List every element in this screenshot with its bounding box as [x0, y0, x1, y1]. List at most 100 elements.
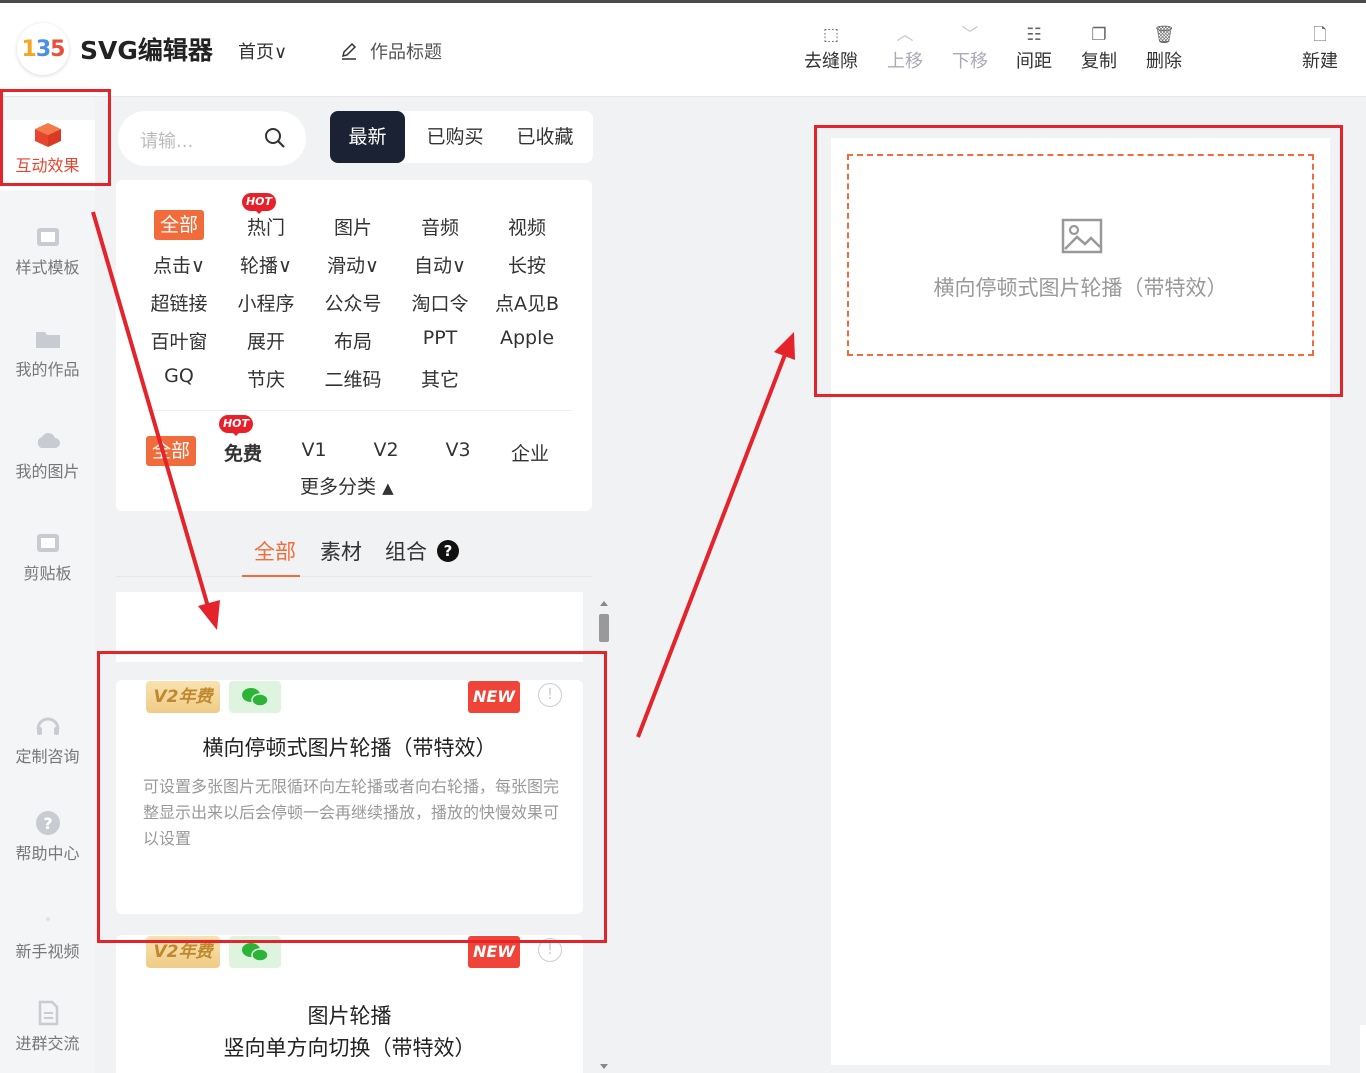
- filter-divider: [146, 410, 572, 411]
- delete-button[interactable]: 🗑 删除: [1132, 23, 1196, 73]
- tab-purchased[interactable]: 已购买: [415, 111, 495, 163]
- move-down-button[interactable]: ﹀ 下移: [938, 23, 1002, 73]
- subtab-all[interactable]: 全部: [254, 536, 296, 566]
- v2-annual-badge: V2年费: [146, 681, 220, 713]
- subtab-material[interactable]: 素材: [320, 536, 362, 566]
- category-festival[interactable]: 节庆: [226, 365, 306, 392]
- card-title: 横向停顿式图片轮播（带特效）: [202, 736, 497, 760]
- effect-card[interactable]: V2年费 NEW ! 横向停顿式图片轮播（带特效） 可设置多张图片无限循环向左轮…: [116, 680, 583, 914]
- scroll-up-arrow[interactable]: [600, 597, 608, 606]
- remove-gap-button[interactable]: ⬚ 去缝隙: [799, 23, 863, 73]
- question-icon[interactable]: ?: [437, 540, 459, 562]
- tool-label: 间距: [1016, 51, 1052, 72]
- headset-icon: [36, 717, 59, 735]
- version-all[interactable]: 全部: [146, 436, 196, 466]
- scroll-thumb[interactable]: [599, 614, 609, 642]
- category-audio[interactable]: 音频: [400, 213, 480, 240]
- wechat-icon: [242, 943, 269, 962]
- list-scrollbar[interactable]: [597, 592, 611, 1073]
- category-click[interactable]: 点击∨: [139, 251, 219, 278]
- category-click-a-see-b[interactable]: 点A见B: [487, 289, 567, 316]
- category-ppt[interactable]: PPT: [400, 327, 480, 349]
- version-v2[interactable]: V2: [346, 439, 426, 461]
- tab-favorites[interactable]: 已收藏: [505, 111, 585, 163]
- cloud-icon: [37, 433, 60, 448]
- category-all[interactable]: 全部: [154, 210, 204, 240]
- category-official-account[interactable]: 公众号: [313, 289, 393, 316]
- category-long-press[interactable]: 长按: [487, 251, 567, 278]
- version-v1[interactable]: V1: [274, 439, 354, 461]
- search-icon[interactable]: [263, 126, 287, 150]
- category-blinds[interactable]: 百叶窗: [139, 327, 219, 354]
- hot-badge: HOT: [219, 415, 253, 436]
- rail-label: 新手视频: [15, 942, 80, 961]
- top-toolbar: 135 SVG编辑器 首页∨ 作品标题 ⬚ 去缝隙 ︿ 上移 ﹀ 下移 ☷ 间距 ❐ 复制…: [0, 3, 1366, 97]
- home-menu[interactable]: 首页∨: [238, 38, 287, 64]
- rail-label: 我的图片: [15, 462, 80, 481]
- sort-tabs: 最新 已购买 已收藏: [330, 111, 593, 163]
- category-hyperlink[interactable]: 超链接: [139, 289, 219, 316]
- rail-item-help[interactable]: ? 帮助中心: [0, 810, 95, 864]
- rail-item-beginner-video[interactable]: 新手视频: [0, 908, 95, 962]
- inserted-effect-placeholder[interactable]: 横向停顿式图片轮播（带特效）: [847, 154, 1314, 356]
- category-hot[interactable]: 热门: [226, 213, 306, 240]
- v2-annual-badge: V2年费: [146, 936, 220, 968]
- spacing-icon: ☷: [1026, 25, 1042, 45]
- search-box[interactable]: 请输...: [118, 111, 306, 166]
- category-qrcode[interactable]: 二维码: [313, 365, 393, 392]
- version-enterprise[interactable]: 企业: [490, 439, 570, 466]
- info-icon[interactable]: !: [538, 683, 562, 707]
- gap-icon: ⬚: [822, 25, 840, 45]
- wechat-icon: [242, 688, 269, 707]
- rail-item-join-group[interactable]: 进群交流: [0, 1000, 95, 1054]
- category-carousel[interactable]: 轮播∨: [226, 251, 306, 278]
- placeholder-title: 横向停顿式图片轮播（带特效）: [933, 276, 1228, 300]
- category-auto[interactable]: 自动∨: [400, 251, 480, 278]
- rail-item-templates[interactable]: 样式模板: [0, 224, 95, 278]
- active-subtab-indicator: [242, 575, 300, 577]
- tool-label: 上移: [887, 51, 923, 72]
- tab-latest[interactable]: 最新: [330, 111, 405, 163]
- category-slide[interactable]: 滑动∨: [313, 251, 393, 278]
- folder-icon: [35, 332, 60, 348]
- caret-up-icon: ▲: [382, 479, 394, 497]
- category-layout[interactable]: 布局: [313, 327, 393, 354]
- rail-item-interactive[interactable]: 互动效果: [0, 120, 95, 190]
- sub-tabs-baseline: [116, 576, 592, 577]
- app-logo[interactable]: 135: [17, 23, 69, 75]
- rail-item-my-images[interactable]: 我的图片: [0, 428, 95, 482]
- version-v3[interactable]: V3: [418, 439, 498, 461]
- cube-icon: [34, 123, 61, 147]
- category-apple[interactable]: Apple: [487, 327, 567, 349]
- category-video[interactable]: 视频: [487, 213, 567, 240]
- new-badge: NEW: [468, 936, 520, 968]
- rail-label: 定制咨询: [15, 747, 80, 766]
- category-miniprogram[interactable]: 小程序: [226, 289, 306, 316]
- new-button[interactable]: 🗋 新建: [1288, 23, 1352, 73]
- chevron-down-icon: ﹀: [961, 25, 979, 45]
- rail-item-clipboard[interactable]: 剪贴板: [0, 530, 95, 584]
- more-categories-toggle[interactable]: 更多分类 ▲: [300, 472, 394, 499]
- left-rail: 互动效果 样式模板 我的作品 我的图片 剪贴板 定制咨询 ? 帮助中心 新手视频…: [0, 98, 95, 1073]
- category-expand[interactable]: 展开: [226, 327, 306, 354]
- app-title: SVG编辑器: [80, 36, 213, 65]
- version-free[interactable]: 免费: [203, 439, 283, 466]
- category-taobao-code[interactable]: 淘口令: [400, 289, 480, 316]
- search-input[interactable]: 请输...: [140, 127, 193, 153]
- category-other[interactable]: 其它: [400, 365, 480, 392]
- copy-button[interactable]: ❐ 复制: [1067, 23, 1131, 73]
- rail-item-my-works[interactable]: 我的作品: [0, 326, 95, 380]
- category-gq[interactable]: GQ: [139, 365, 219, 387]
- info-icon[interactable]: !: [538, 938, 562, 962]
- svg-text:?: ?: [43, 814, 52, 833]
- subtab-combo[interactable]: 组合: [385, 536, 427, 566]
- category-image[interactable]: 图片: [313, 213, 393, 240]
- tool-label: 新建: [1302, 51, 1338, 72]
- scroll-down-arrow[interactable]: [600, 1064, 608, 1073]
- spacing-button[interactable]: ☷ 间距: [1002, 23, 1066, 73]
- move-up-button[interactable]: ︿ 上移: [873, 23, 937, 73]
- effect-card[interactable]: V2年费 NEW ! 图片轮播 竖向单方向切换（带特效）: [116, 935, 583, 1073]
- work-title-edit[interactable]: 作品标题: [340, 38, 442, 64]
- group-icon: [38, 1000, 58, 1026]
- rail-item-consulting[interactable]: 定制咨询: [0, 713, 95, 767]
